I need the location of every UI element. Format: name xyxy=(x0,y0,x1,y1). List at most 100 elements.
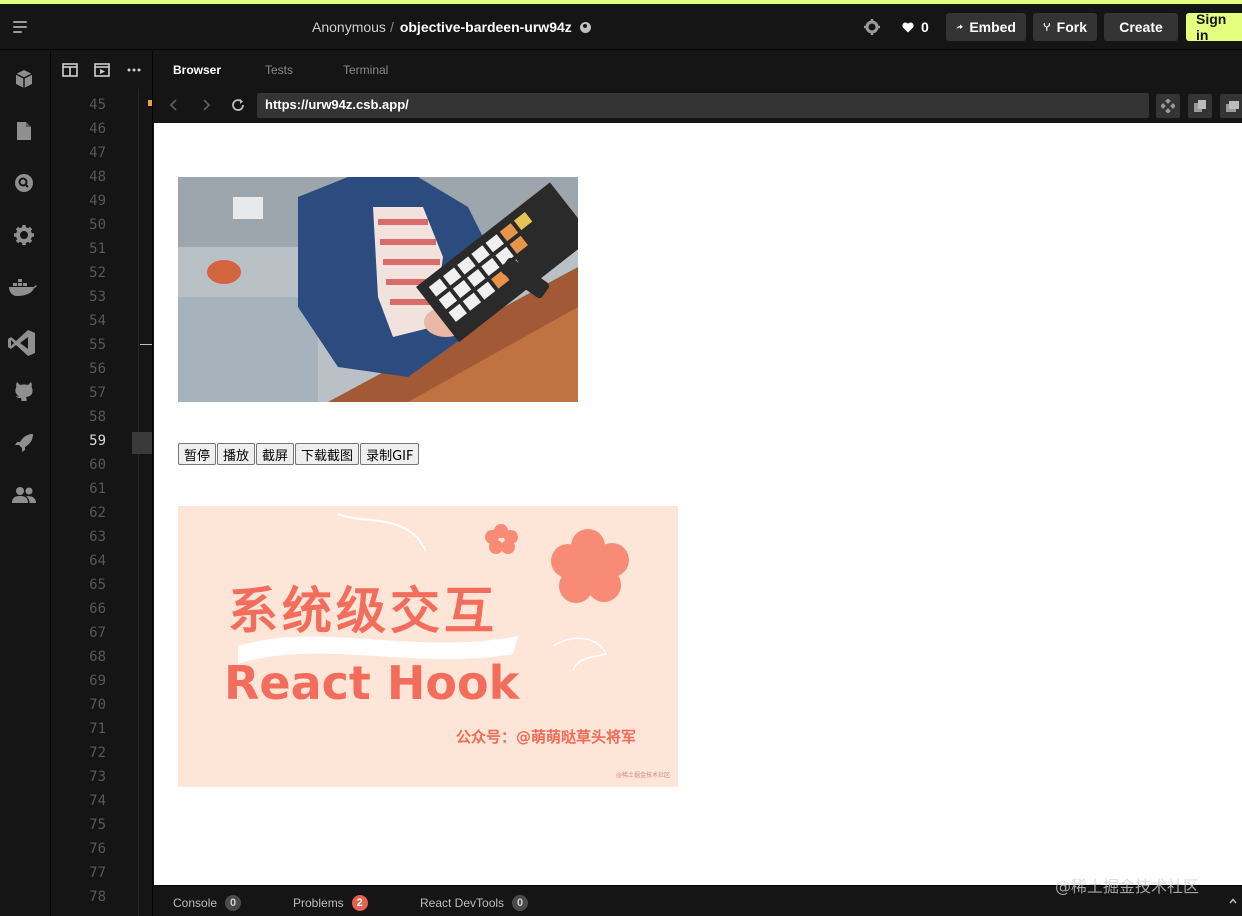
line-number: 66 xyxy=(89,601,106,617)
tab-tests[interactable]: Tests xyxy=(265,63,293,77)
fork-icon xyxy=(1043,23,1050,31)
pause-button[interactable]: 暂停 xyxy=(178,443,217,465)
refresh-icon[interactable] xyxy=(231,98,245,112)
line-number: 70 xyxy=(89,697,106,713)
search-icon[interactable] xyxy=(11,170,37,196)
problems-tab[interactable]: Problems 2 xyxy=(293,895,368,911)
like-count: 0 xyxy=(921,19,929,35)
line-number: 63 xyxy=(89,529,106,545)
poster-small-text: @稀土掘金技术社区 xyxy=(616,772,671,779)
line-number: 77 xyxy=(89,865,106,881)
cube-icon[interactable] xyxy=(11,66,37,92)
poster-subtitle: React Hook xyxy=(224,656,520,710)
tab-terminal[interactable]: Terminal xyxy=(343,63,388,77)
settings-gear-icon[interactable] xyxy=(862,17,882,37)
line-number: 52 xyxy=(89,265,106,281)
poster-title: 系统级交互 xyxy=(228,582,498,640)
line-number: 53 xyxy=(89,289,106,305)
line-number: 71 xyxy=(89,721,106,737)
line-number: 58 xyxy=(89,409,106,425)
play-button[interactable]: 播放 xyxy=(217,443,256,465)
line-number: 61 xyxy=(89,481,106,497)
tab-browser[interactable]: Browser xyxy=(173,63,221,77)
split-view-icon[interactable] xyxy=(62,63,78,77)
vscode-icon[interactable] xyxy=(6,327,38,359)
line-number: 62 xyxy=(89,505,106,521)
more-options-icon[interactable] xyxy=(126,63,142,77)
line-number: 57 xyxy=(89,385,106,401)
duplicate-window-icon[interactable] xyxy=(1220,94,1242,118)
github-icon[interactable] xyxy=(11,378,37,404)
line-number: 56 xyxy=(89,361,106,377)
line-number: 51 xyxy=(89,241,106,257)
preview-pane: Browser Tests Terminal https://urw94z.cs… xyxy=(152,51,1242,916)
screenshot-preview-image: 系统级交互 React Hook 公众号：@萌萌哒草头将军 @稀土掘金技术社区 xyxy=(178,506,678,787)
activity-bar xyxy=(0,51,51,916)
address-bar-row: https://urw94z.csb.app/ xyxy=(153,89,1242,122)
line-number: 68 xyxy=(89,649,106,665)
chevron-up-icon[interactable] xyxy=(1229,897,1237,905)
line-number: 72 xyxy=(89,745,106,761)
video-frame[interactable] xyxy=(178,177,578,402)
pane-tabs: Browser Tests Terminal xyxy=(153,51,1242,89)
rocket-icon[interactable] xyxy=(11,430,37,456)
watermark: @稀土掘金技术社区 xyxy=(1055,877,1200,896)
video-controls: 暂停 播放 截屏 下载截图 录制GIF xyxy=(178,443,420,465)
cursor-highlight xyxy=(132,432,152,454)
title-separator: / xyxy=(389,19,394,35)
preview-icon[interactable] xyxy=(94,63,110,77)
line-number: 50 xyxy=(89,217,106,233)
file-icon[interactable] xyxy=(11,118,37,144)
back-arrow-icon[interactable] xyxy=(167,98,181,112)
menu-icon[interactable] xyxy=(10,18,30,36)
top-header: Anonymous / objective-bardeen-urw94z 0 E… xyxy=(0,4,1242,50)
share-arrow-icon xyxy=(956,24,963,30)
line-number: 55 xyxy=(89,337,106,353)
embed-button[interactable]: Embed xyxy=(946,13,1026,41)
codesandbox-icon[interactable] xyxy=(1156,94,1180,118)
fork-button[interactable]: Fork xyxy=(1033,13,1097,41)
download-screenshot-button[interactable]: 下载截图 xyxy=(295,443,360,465)
docker-icon[interactable] xyxy=(8,274,38,300)
heart-icon xyxy=(902,22,914,32)
users-icon[interactable] xyxy=(11,482,37,508)
line-number: 65 xyxy=(89,577,106,593)
like-button[interactable]: 0 xyxy=(902,19,929,35)
gutter-divider xyxy=(138,89,139,916)
browser-viewport: 暂停 播放 截屏 下载截图 录制GIF 系统级交互 React Hook 公众号… xyxy=(154,123,1242,885)
console-tab[interactable]: Console 0 xyxy=(173,895,242,911)
line-number: 59 xyxy=(89,433,106,449)
record-gif-button[interactable]: 录制GIF xyxy=(360,443,420,465)
globe-icon xyxy=(579,21,591,33)
react-devtools-tab[interactable]: React DevTools 0 xyxy=(420,895,529,911)
editor-toolbar xyxy=(52,51,152,89)
console-count-badge: 0 xyxy=(225,895,242,911)
line-number-gutter: 45 46 47 48 49 50 51 52 53 54 55 56 57 58 59 60 61 62 63 64… xyxy=(52,93,138,909)
forward-arrow-icon[interactable] xyxy=(199,98,213,112)
line-number: 78 xyxy=(89,889,106,905)
sandbox-title: Anonymous / objective-bardeen-urw94z xyxy=(312,19,591,35)
line-number: 67 xyxy=(89,625,106,641)
line-number: 76 xyxy=(89,841,106,857)
screenshot-button[interactable]: 截屏 xyxy=(256,443,295,465)
sandbox-name[interactable]: objective-bardeen-urw94z xyxy=(400,19,572,35)
problems-count-badge: 2 xyxy=(351,895,368,911)
line-number: 73 xyxy=(89,769,106,785)
line-number: 45 xyxy=(89,97,106,113)
line-number: 54 xyxy=(89,313,106,329)
line-number: 49 xyxy=(89,193,106,209)
line-number: 60 xyxy=(89,457,106,473)
create-button[interactable]: Create xyxy=(1104,13,1178,41)
line-number: 47 xyxy=(89,145,106,161)
line-number: 64 xyxy=(89,553,106,569)
url-input[interactable]: https://urw94z.csb.app/ xyxy=(257,93,1149,118)
gear-icon[interactable] xyxy=(11,222,37,248)
sign-in-button[interactable]: Sign in xyxy=(1186,11,1242,43)
line-number: 69 xyxy=(89,673,106,689)
line-number: 46 xyxy=(89,121,106,137)
line-number: 75 xyxy=(89,817,106,833)
poster-credit: 公众号：@萌萌哒草头将军 xyxy=(456,728,637,746)
line-number: 74 xyxy=(89,793,106,809)
owner-name[interactable]: Anonymous xyxy=(312,19,386,35)
open-new-window-icon[interactable] xyxy=(1188,94,1212,118)
